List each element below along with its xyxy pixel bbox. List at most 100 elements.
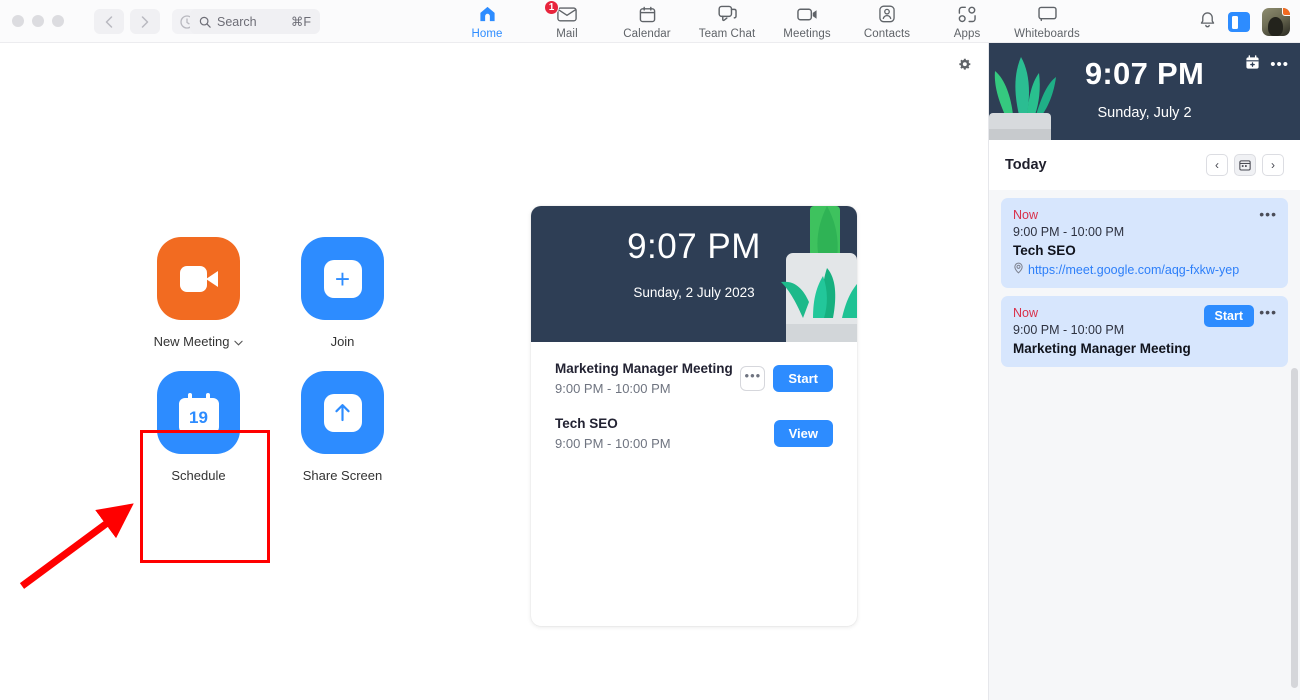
tab-apps-label: Apps (953, 28, 981, 40)
share-screen-label-row: Share Screen (303, 468, 383, 483)
maximize-button[interactable] (52, 15, 64, 27)
sidebar-scrollbar[interactable] (1291, 368, 1298, 688)
search-input[interactable]: Search (217, 15, 285, 29)
meeting-info: Tech SEO 9:00 PM - 10:00 PM (555, 416, 774, 451)
tab-contacts[interactable]: Contacts (847, 0, 927, 40)
chat-bubbles-icon (717, 3, 737, 25)
meeting-info: Marketing Manager Meeting 9:00 PM - 10:0… (555, 361, 740, 396)
meeting-title: Tech SEO (555, 416, 618, 431)
event-time: 9:00 PM - 10:00 PM (1013, 225, 1125, 239)
search-bar[interactable]: Search ⌘F (190, 9, 320, 34)
tab-home-label: Home (471, 28, 503, 40)
mail-icon: 1 (544, 0, 577, 25)
new-meeting-button[interactable]: New Meeting (154, 237, 244, 349)
side-panel-icon[interactable] (1228, 12, 1250, 32)
meeting-actions: ••• Start (740, 361, 833, 392)
event-link-row[interactable]: https://meet.google.com/aqg-fxkw-yep (1013, 262, 1276, 277)
event-title: Tech SEO (1013, 243, 1076, 258)
window-title-bar: Search ⌘F Home 1 Mail Calendar Team Chat… (0, 0, 1300, 43)
meeting-more-button[interactable]: ••• (740, 366, 766, 391)
meeting-list: Marketing Manager Meeting 9:00 PM - 10:0… (531, 342, 857, 451)
schedule-tile[interactable]: 19 (157, 371, 240, 454)
tab-calendar-label: Calendar (623, 28, 671, 40)
location-pin-icon (1013, 262, 1024, 277)
plus-icon: + (323, 259, 362, 298)
mail-unread-badge: 1 (544, 0, 559, 15)
meeting-actions: View (773, 416, 833, 447)
actions-row-2: 19 Schedule Share Screen (157, 371, 384, 483)
share-screen-button[interactable]: Share Screen (301, 371, 384, 483)
meeting-time: 9:00 PM - 10:00 PM (555, 436, 671, 451)
forward-chevron-icon (141, 15, 149, 28)
tab-whiteboards[interactable]: Whiteboards (1007, 0, 1087, 40)
list-item[interactable]: Tech SEO 9:00 PM - 10:00 PM View (555, 416, 833, 451)
meeting-view-button[interactable]: View (773, 420, 833, 447)
event-more-button[interactable]: ••• (1259, 206, 1277, 222)
tab-apps[interactable]: Apps (927, 0, 1007, 40)
new-meeting-tile[interactable] (157, 237, 240, 320)
more-horizontal-icon[interactable]: ••• (1270, 57, 1289, 72)
tab-meetings-label: Meetings (783, 28, 831, 40)
presence-status-indicator (1282, 8, 1290, 16)
next-day-button[interactable]: › (1262, 154, 1284, 176)
calendar-icon (1239, 160, 1251, 171)
list-item[interactable]: Now 9:00 PM - 10:00 PM Tech SEO https://… (1001, 198, 1288, 288)
sidebar-today-header: Today ‹ › (989, 140, 1300, 190)
bell-icon[interactable] (1199, 11, 1216, 34)
event-start-button[interactable]: Start (1203, 305, 1254, 327)
date-navigation-group: ‹ › (1206, 154, 1284, 176)
calendar-add-icon[interactable] (1245, 55, 1260, 75)
calendar-picker-button[interactable] (1234, 154, 1256, 176)
avatar[interactable] (1262, 8, 1290, 36)
schedule-label-row: Schedule (171, 468, 225, 483)
actions-row-1: New Meeting + Join (154, 237, 384, 349)
tab-meetings[interactable]: Meetings (767, 0, 847, 40)
chevron-down-icon[interactable] (234, 334, 244, 349)
event-meeting-link[interactable]: https://meet.google.com/aqg-fxkw-yep (1028, 263, 1239, 277)
forward-button[interactable] (130, 9, 160, 34)
sidebar-clock-banner: 9:07 PM Sunday, July 2 ••• (989, 43, 1300, 140)
upcoming-meetings-card: 9:07 PM Sunday, 2 July 2023 Marketing Ma… (531, 206, 857, 626)
up-arrow-icon (323, 393, 362, 432)
schedule-button[interactable]: 19 Schedule (157, 371, 240, 483)
meeting-start-button[interactable]: Start (773, 365, 833, 392)
calendar-19-icon: 19 (178, 392, 219, 433)
tab-home[interactable]: Home (447, 0, 527, 40)
whiteboard-icon (1037, 3, 1057, 25)
event-title: Marketing Manager Meeting (1013, 341, 1191, 356)
tab-contacts-label: Contacts (863, 28, 911, 40)
share-screen-tile[interactable] (301, 371, 384, 454)
back-button[interactable] (94, 9, 124, 34)
share-screen-label: Share Screen (302, 468, 383, 483)
list-item[interactable]: Now 9:00 PM - 10:00 PM Marketing Manager… (1001, 296, 1288, 367)
sidebar-banner-actions: ••• (1245, 55, 1289, 75)
event-more-button[interactable]: ••• (1259, 304, 1277, 320)
tab-mail[interactable]: 1 Mail (527, 0, 607, 40)
event-status-badge: Now (1013, 208, 1039, 222)
tab-team-chat-label: Team Chat (698, 28, 756, 40)
minimize-button[interactable] (32, 15, 44, 27)
person-icon (879, 3, 895, 25)
join-button[interactable]: + Join (301, 237, 384, 349)
gear-icon[interactable] (957, 57, 972, 77)
tab-mail-label: Mail (556, 28, 578, 40)
hero-time: 9:07 PM (627, 227, 761, 266)
header-right-controls (1199, 8, 1290, 36)
apps-icon (958, 3, 977, 25)
calendar-sidebar: 9:07 PM Sunday, July 2 ••• Today ‹ › Now… (988, 43, 1300, 700)
tab-team-chat[interactable]: Team Chat (687, 0, 767, 40)
new-meeting-label-row: New Meeting (154, 334, 244, 349)
tab-whiteboards-label: Whiteboards (1014, 28, 1080, 40)
prev-day-button[interactable]: ‹ (1206, 154, 1228, 176)
main-navigation-tabs[interactable]: Home 1 Mail Calendar Team Chat Meetings … (447, 0, 1087, 43)
close-button[interactable] (12, 15, 24, 27)
list-item[interactable]: Marketing Manager Meeting 9:00 PM - 10:0… (555, 361, 833, 396)
video-camera-icon (796, 3, 818, 25)
quick-actions-grid: New Meeting + Join 19 Schedule Share Scr… (154, 237, 384, 483)
join-tile[interactable]: + (301, 237, 384, 320)
schedule-label: Schedule (171, 468, 226, 483)
traffic-lights[interactable] (12, 15, 64, 27)
tab-calendar[interactable]: Calendar (607, 0, 687, 40)
join-label: Join (330, 334, 355, 349)
meeting-time: 9:00 PM - 10:00 PM (555, 381, 671, 396)
